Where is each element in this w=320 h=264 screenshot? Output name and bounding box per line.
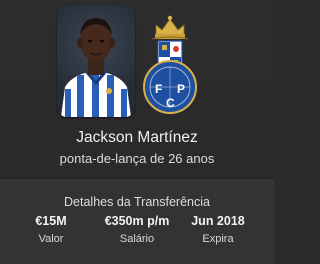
stat-value-amount: €15M xyxy=(35,214,67,228)
stat-value-label: Valor xyxy=(38,233,64,245)
player-name: Jackson Martínez xyxy=(76,129,198,146)
transfer-details-title: Detalhes da Transferência xyxy=(64,195,210,209)
player-photo xyxy=(57,5,135,117)
stat-expiry: Jun 2018 Expira xyxy=(183,214,253,245)
divider xyxy=(0,178,274,179)
stat-salary: €350m p/m Salário xyxy=(102,214,172,245)
svg-text:F: F xyxy=(155,82,162,96)
svg-text:P: P xyxy=(177,82,185,96)
stat-salary-amount: €350m p/m xyxy=(104,214,170,228)
stat-expiry-date: Jun 2018 xyxy=(191,214,245,228)
stat-salary-label: Salário xyxy=(119,233,155,245)
player-subtitle: ponta-de-lança de 26 anos xyxy=(59,151,215,166)
fc-porto-crest-icon: F C P xyxy=(138,13,202,117)
stat-expiry-label: Expira xyxy=(202,233,234,245)
svg-text:C: C xyxy=(166,96,175,110)
transfer-details: Detalhes da Transferência €15M Valor €35… xyxy=(0,180,274,264)
stat-value: €15M Valor xyxy=(16,214,86,245)
player-card: F C P Jackson Martínez ponta-de-lança de… xyxy=(0,0,274,264)
